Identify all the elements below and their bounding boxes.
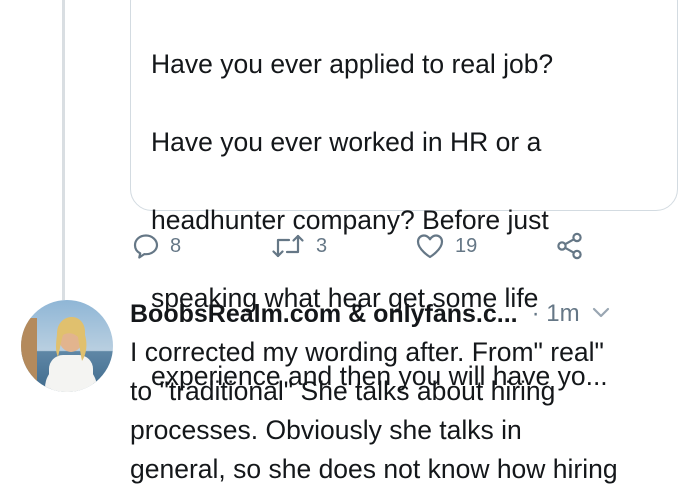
retweet-icon — [270, 232, 306, 260]
tweet-line: general, so she does not know how hiring — [130, 454, 618, 484]
tweet-actions: 8 3 19 — [132, 228, 602, 264]
tweet-header: BoobsRealm.com & onlyfans.c... · 1m — [130, 296, 685, 332]
avatar[interactable] — [21, 300, 113, 392]
chevron-down-icon[interactable] — [590, 301, 612, 328]
share-button[interactable] — [555, 228, 585, 264]
author-name[interactable]: BoobsRealm.com & onlyfans.c... — [130, 300, 518, 329]
tweet-line: I corrected my wording after. From" real… — [130, 337, 604, 367]
quoted-line: Have you ever applied to real job? — [151, 49, 554, 79]
reply-icon — [132, 232, 160, 260]
tweet-line: to "traditional" She talks about hiring — [130, 376, 556, 406]
like-button[interactable]: 19 — [415, 228, 477, 264]
retweet-count: 3 — [316, 234, 328, 257]
reply-count: 8 — [170, 234, 182, 257]
like-icon — [415, 232, 445, 260]
tweet-time: · 1m — [531, 300, 580, 327]
quoted-line: Have you ever worked in HR or a — [151, 127, 542, 157]
tweet-text: I corrected my wording after. From" real… — [130, 333, 690, 489]
thread-line — [62, 0, 65, 300]
retweet-button[interactable]: 3 — [270, 228, 327, 264]
share-icon — [555, 231, 585, 261]
like-count: 19 — [455, 234, 478, 257]
reply-button[interactable]: 8 — [132, 228, 181, 264]
tweet-line: processes. Obviously she talks in — [130, 415, 522, 445]
